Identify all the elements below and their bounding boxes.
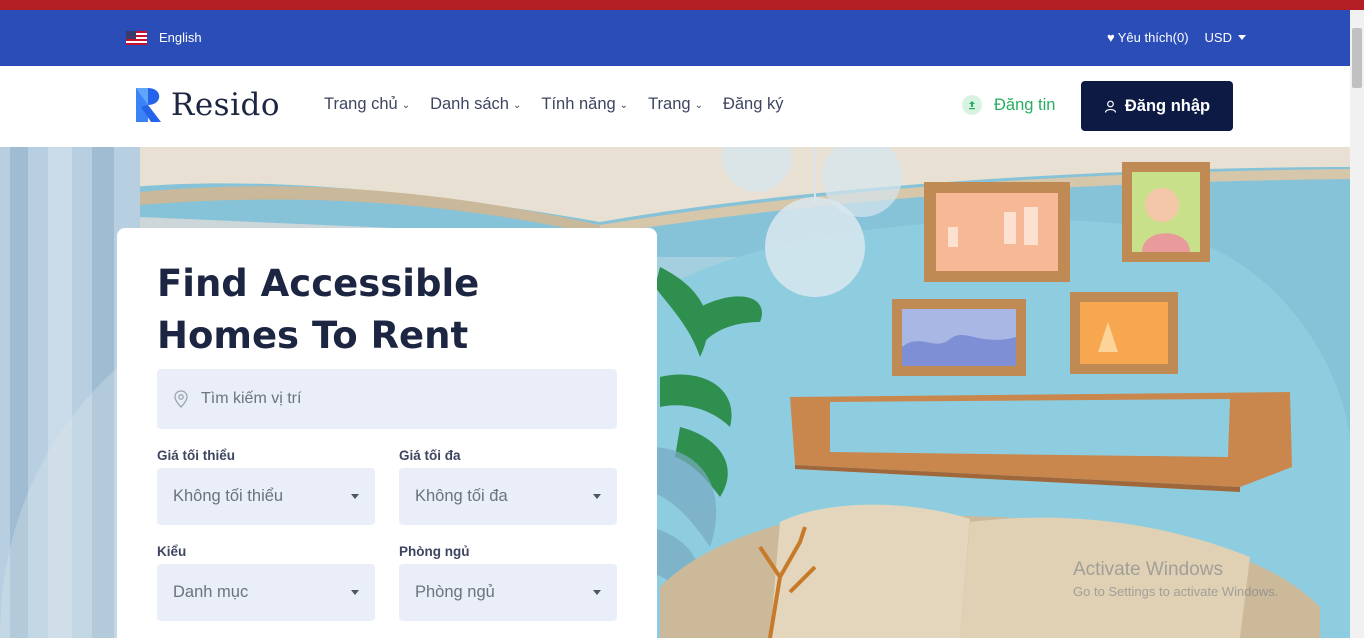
nav-item-pages[interactable]: Trang ⌄	[648, 95, 703, 114]
nav-item-home[interactable]: Trang chủ ⌄	[324, 95, 410, 114]
top-accent-strip	[0, 0, 1364, 10]
watermark-title: Activate Windows	[1073, 559, 1223, 580]
caret-down-icon	[351, 494, 359, 499]
login-label: Đăng nhập	[1124, 96, 1211, 115]
login-button[interactable]: Đăng nhập	[1081, 81, 1233, 131]
windows-activation-watermark: Activate Windows Go to Settings to activ…	[1073, 559, 1278, 599]
location-placeholder: Tìm kiếm vị trí	[201, 390, 302, 407]
min-price-value: Không tối thiểu	[173, 487, 284, 505]
min-price-label: Giá tối thiểu	[157, 448, 236, 463]
upload-icon	[962, 95, 982, 115]
nav-item-label: Trang chủ	[324, 95, 398, 113]
bedrooms-select[interactable]: Phòng ngủ	[399, 564, 617, 621]
nav-item-label: Danh sách	[430, 95, 509, 113]
favorites-link[interactable]: ♥ Yêu thích(0)	[1107, 30, 1189, 45]
caret-down-icon	[593, 494, 601, 499]
logo-mark-icon	[136, 88, 161, 122]
max-price-value: Không tối đa	[415, 487, 508, 505]
chevron-down-icon: ⌄	[694, 100, 703, 111]
logo-text: Resido	[171, 87, 281, 123]
search-card: Find Accessible Homes To Rent Tìm kiếm v…	[117, 228, 657, 638]
hero-title-line2: Homes To Rent	[157, 314, 469, 357]
bedrooms-value: Phòng ngủ	[415, 583, 495, 601]
utility-bar: English ♥ Yêu thích(0) USD	[0, 10, 1364, 66]
chevron-down-icon: ⌄	[619, 100, 629, 111]
nav-item-features[interactable]: Tính năng ⌄	[541, 95, 628, 114]
heart-icon: ♥	[1107, 30, 1115, 45]
caret-down-icon	[593, 590, 601, 595]
post-listing-link[interactable]: Đăng tin	[962, 95, 1055, 115]
page-scrollbar[interactable]	[1350, 10, 1364, 638]
max-price-select[interactable]: Không tối đa	[399, 468, 617, 525]
language-label: English	[159, 30, 202, 45]
language-selector[interactable]: English	[126, 30, 202, 45]
map-pin-icon	[174, 390, 188, 408]
caret-down-icon	[351, 590, 359, 595]
nav-item-register[interactable]: Đăng ký	[723, 95, 784, 114]
chevron-down-icon: ⌄	[512, 100, 522, 111]
currency-dropdown[interactable]: USD	[1205, 30, 1246, 45]
utility-right: ♥ Yêu thích(0) USD	[1107, 30, 1246, 45]
hero-title: Find Accessible Homes To Rent	[157, 258, 617, 362]
watermark-subtitle: Go to Settings to activate Windows.	[1073, 584, 1279, 599]
nav-item-label: Tính năng	[541, 95, 616, 113]
scrollbar-thumb[interactable]	[1352, 28, 1362, 88]
main-nav: Trang chủ ⌄ Danh sách ⌄ Tính năng ⌄ Tran…	[324, 95, 783, 114]
nav-item-label: Đăng ký	[722, 95, 784, 113]
type-value: Danh mục	[173, 583, 249, 601]
caret-down-icon	[1238, 35, 1246, 40]
location-search-input[interactable]: Tìm kiếm vị trí	[157, 369, 617, 429]
nav-item-listings[interactable]: Danh sách ⌄	[430, 95, 521, 114]
bedrooms-label: Phòng ngủ	[399, 544, 470, 559]
min-price-select[interactable]: Không tối thiểu	[157, 468, 375, 525]
us-flag-icon	[126, 30, 147, 45]
user-icon	[1104, 100, 1116, 113]
nav-item-label: Trang	[648, 95, 691, 113]
type-label: Kiểu	[157, 544, 187, 559]
max-price-label: Giá tối đa	[399, 448, 461, 463]
hero-title-line1: Find Accessible	[157, 262, 480, 305]
favorites-label: Yêu thích(0)	[1117, 30, 1189, 45]
type-select[interactable]: Danh mục	[157, 564, 375, 621]
logo[interactable]: Resido	[133, 85, 280, 125]
currency-label: USD	[1204, 30, 1232, 45]
chevron-down-icon: ⌄	[401, 100, 411, 111]
main-header: Resido Trang chủ ⌄ Danh sách ⌄ Tính năng…	[0, 66, 1350, 147]
post-listing-label: Đăng tin	[994, 95, 1056, 114]
